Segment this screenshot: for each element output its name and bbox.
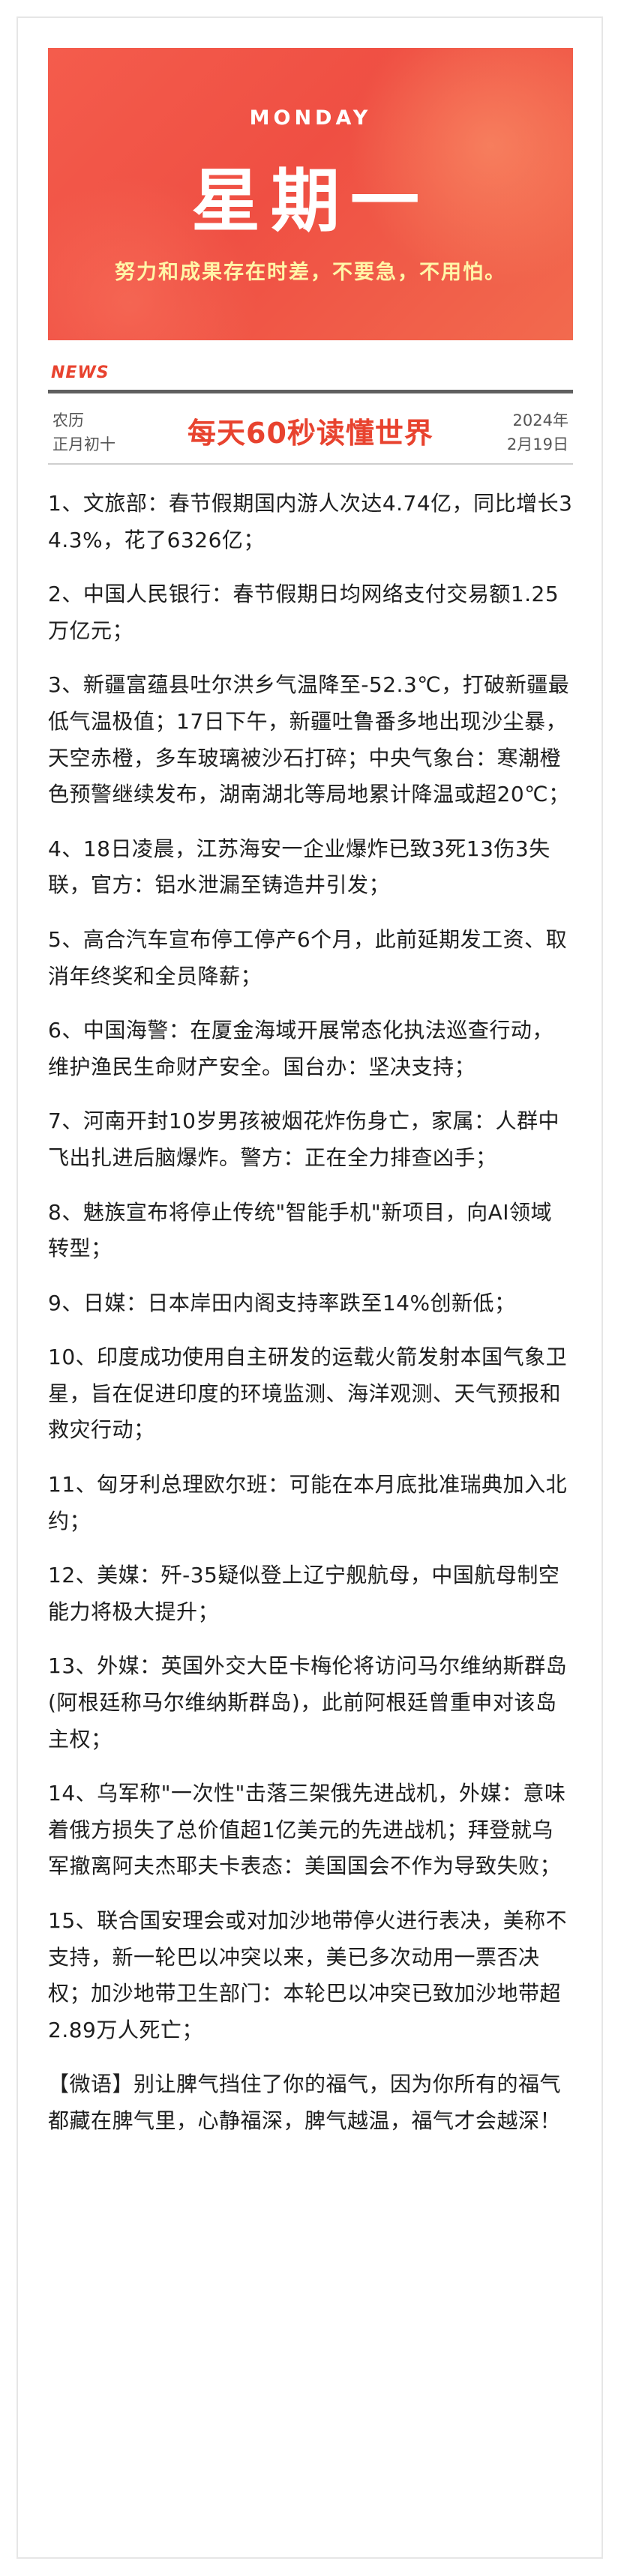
news-item: 6、中国海警：在厦金海域开展常态化执法巡查行动，维护渔民生命财产安全。国台办：坚… [48, 1018, 554, 1079]
divider-thick [48, 390, 573, 393]
news-item: 4、18日凌晨，江苏海安一企业爆炸已致3死13伤3失联，官方：铝水泄漏至铸造井引… [48, 836, 550, 898]
news-item: 5、高合汽车宣布停工停产6个月，此前延期发工资、取消年终奖和全员降薪； [48, 926, 568, 989]
solar-date-value: 2月19日 [506, 435, 568, 453]
news-item: 15、联合国安理会或对加沙地带停火进行表决，美称不支持，新一轮巴以冲突以来，美已… [48, 1908, 568, 2042]
news-tag: NEWS [51, 364, 110, 382]
news-item: 7、河南开封10岁男孩被烟花炸伤身亡，家属：人群中飞出扎进后脑爆炸。警方：正在全… [48, 1108, 560, 1170]
news-item: 8、魅族宣布将停止传统"智能手机"新项目，向AI领域转型； [48, 1199, 552, 1261]
solar-date: 2024年 2月19日 [507, 408, 568, 456]
weekday-chinese: 星期一 [190, 161, 430, 241]
news-item: 13、外媒：英国外交大臣卡梅伦将访问马尔维纳斯群岛(阿根廷称马尔维纳斯群岛)，此… [48, 1653, 568, 1752]
news-item: 2、中国人民银行：春节假期日均网络支付交易额1.25万亿元； [48, 582, 560, 643]
news-list: 1、文旅部：春节假期国内游人次达4.74亿，同比增长34.3%，花了6326亿；… [48, 486, 573, 2158]
news-item: 1、文旅部：春节假期国内游人次达4.74亿，同比增长34.3%，花了6326亿； [48, 491, 573, 552]
news-item: 12、美媒：歼-35疑似登上辽宁舰航母，中国航母制空能力将极大提升； [48, 1563, 560, 1624]
news-item: 14、乌军称"一次性"击落三架俄先进战机，外媒：意味着俄方损失了总价值超1亿美元… [48, 1781, 566, 1879]
divider-thin [48, 463, 573, 465]
solar-year: 2024年 [512, 411, 568, 429]
quote-item: 【微语】别让脾气挡住了你的福气，因为你所有的福气都藏在脾气里，心静福深，脾气越温… [48, 2072, 562, 2133]
news-item: 9、日媒：日本岸田内阁支持率跌至14%创新低； [48, 1290, 516, 1315]
news-item: 10、印度成功使用自主研发的运载火箭发射本国气象卫星，旨在促进印度的环境监测、海… [48, 1345, 568, 1443]
news-item: 3、新疆富蕴县吐尔洪乡气温降至-52.3℃，打破新疆最低气温极值；17日下午，新… [48, 672, 570, 807]
header-banner: MONDAY 星期一 努力和成果存在时差，不要急，不用怕。 [48, 48, 573, 340]
banner-motto: 努力和成果存在时差，不要急，不用怕。 [115, 261, 506, 284]
weekday-english: MONDAY [249, 106, 372, 130]
news-item: 11、匈牙利总理欧尔班：可能在本月底批准瑞典加入北约； [48, 1472, 568, 1533]
